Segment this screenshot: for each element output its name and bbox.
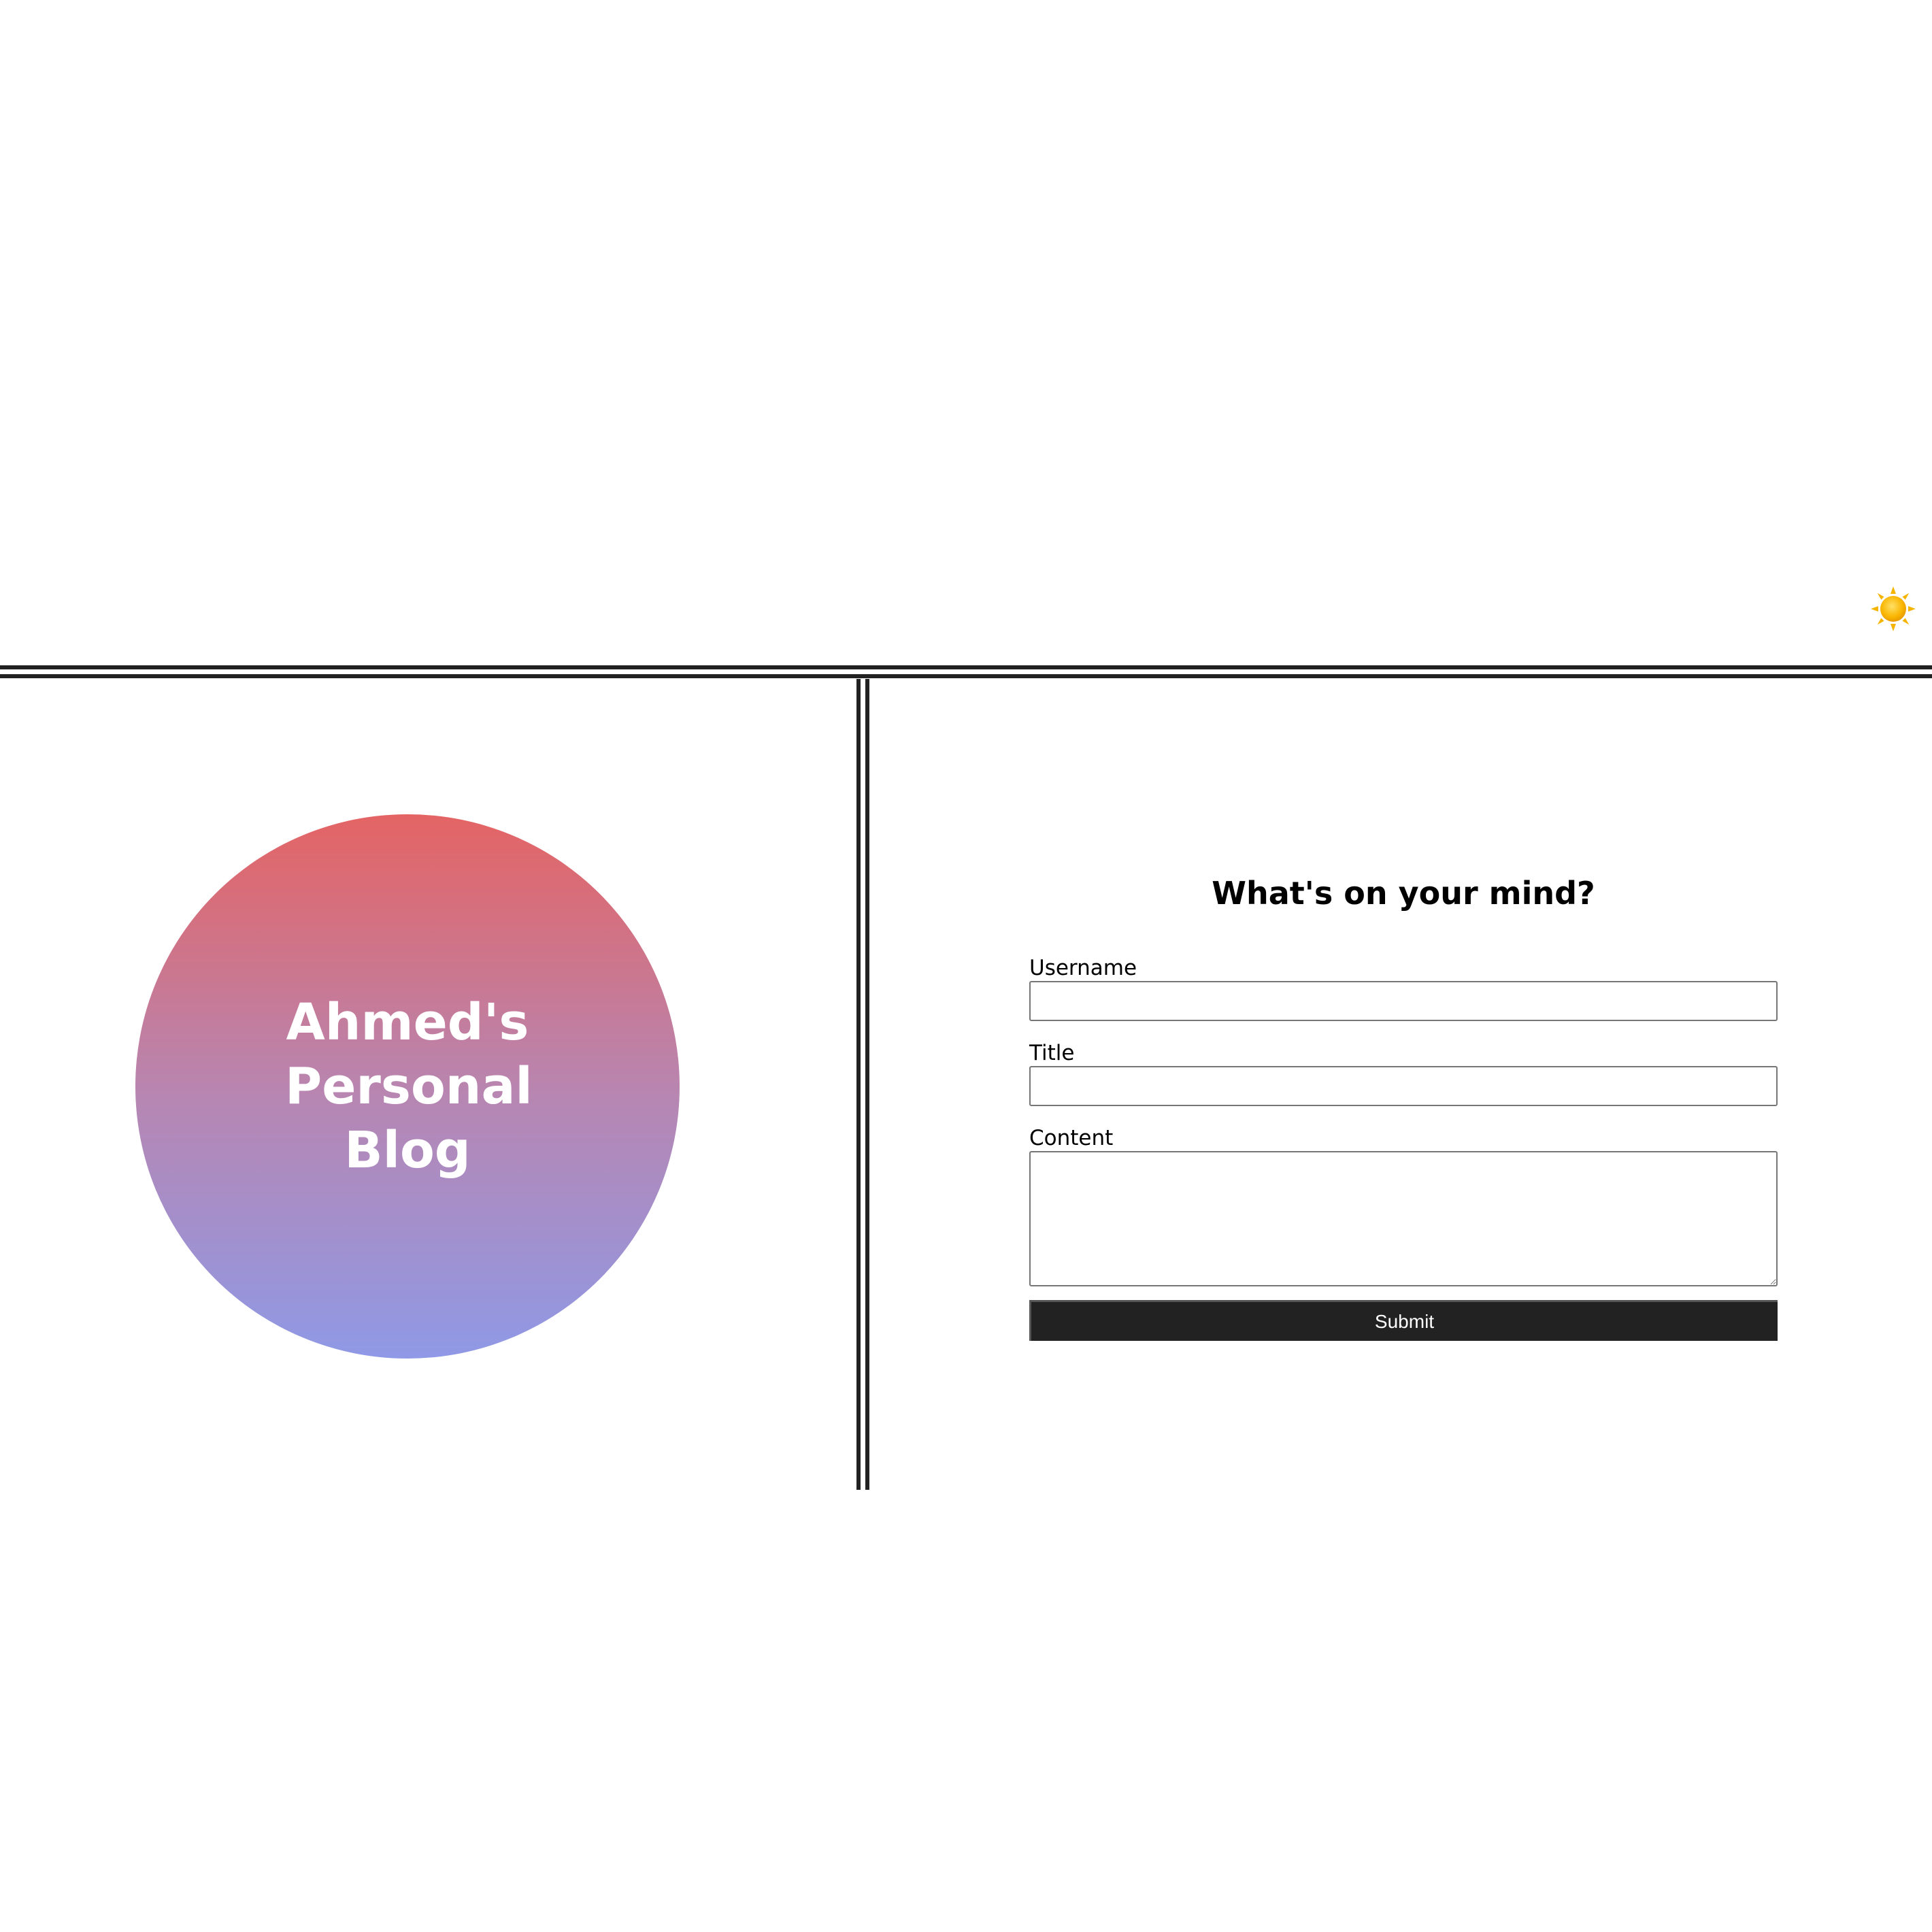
form-heading: What's on your mind? <box>1212 875 1595 912</box>
vertical-divider <box>856 679 870 1490</box>
title-label: Title <box>1029 1041 1075 1065</box>
blog-logo-circle: Ahmed's Personal Blog <box>135 814 680 1359</box>
divider-line <box>0 665 1932 669</box>
theme-toggle-button[interactable] <box>1871 586 1916 631</box>
divider-line <box>865 679 869 1490</box>
submit-button[interactable]: Submit <box>1029 1300 1778 1341</box>
blog-title: Ahmed's Personal Blog <box>285 993 533 1180</box>
content-textarea[interactable] <box>1029 1151 1778 1286</box>
username-label: Username <box>1029 956 1137 980</box>
sun-icon <box>1871 586 1916 631</box>
content-label: Content <box>1029 1126 1114 1150</box>
page: Ahmed's Personal Blog What's on your min… <box>0 0 1932 1932</box>
divider-line <box>0 674 1932 678</box>
new-post-form: What's on your mind? Username Title Cont… <box>1029 864 1778 1341</box>
divider-line <box>856 679 861 1490</box>
username-input[interactable] <box>1029 981 1778 1021</box>
title-input[interactable] <box>1029 1066 1778 1106</box>
horizontal-divider <box>0 665 1932 679</box>
